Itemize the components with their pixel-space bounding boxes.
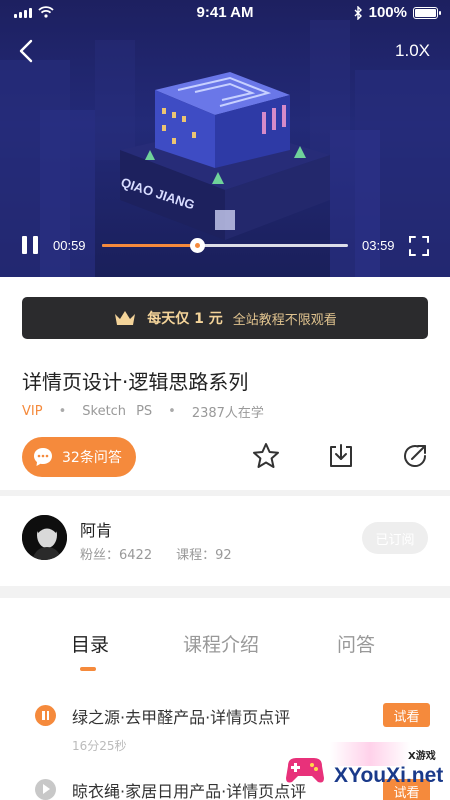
- tool-tag-sketch: Sketch: [82, 404, 127, 419]
- meta-separator: •: [168, 404, 176, 419]
- bluetooth-icon: [354, 5, 362, 20]
- pause-icon[interactable]: [20, 234, 40, 256]
- share-icon[interactable]: [400, 441, 430, 471]
- course-title: 详情页设计·逻辑思路系列: [22, 370, 249, 394]
- video-player[interactable]: QIAO JIANG 9:41 AM 100% 1.0X 00:59 03:59: [0, 0, 450, 277]
- play-icon[interactable]: [35, 779, 56, 800]
- qa-button-label: 32条问答: [62, 450, 122, 466]
- tab-course-intro[interactable]: 课程介绍: [183, 630, 259, 657]
- duration-time: 03:59: [362, 238, 395, 253]
- battery-percent: 100%: [368, 4, 407, 21]
- author-avatar[interactable]: [22, 515, 67, 560]
- course-meta: VIP • Sketch PS • 2387人在学: [22, 402, 264, 421]
- player-controls: 00:59 03:59: [0, 230, 450, 262]
- progress-bar[interactable]: [102, 238, 348, 253]
- battery-icon: [413, 6, 441, 19]
- lesson-duration: 16分25秒: [72, 739, 127, 753]
- author-stats: 粉丝：6422 课程：92: [80, 544, 232, 563]
- lesson-title[interactable]: 绿之源·去甲醛产品·详情页点评: [72, 704, 290, 728]
- lesson-title[interactable]: 晾衣绳·家居日用产品·详情页点评: [72, 778, 306, 800]
- vip-tag: VIP: [22, 404, 43, 419]
- star-icon[interactable]: [251, 441, 281, 471]
- watermark: X游戏 XYouXi.net: [282, 742, 450, 800]
- fullscreen-icon[interactable]: [408, 235, 430, 257]
- chat-icon: [34, 448, 52, 466]
- watermark-text: XYouXi.net: [334, 764, 444, 787]
- back-icon[interactable]: [14, 38, 40, 64]
- pause-icon[interactable]: [35, 705, 56, 726]
- progress-fill: [102, 244, 197, 247]
- trial-badge[interactable]: 试看: [383, 703, 430, 727]
- gamepad-logo-icon: [286, 758, 324, 783]
- crown-icon: [115, 311, 136, 325]
- author-fans: 粉丝：6422: [80, 548, 153, 563]
- avatar-image: [22, 515, 67, 560]
- vip-banner-main: 每天仅 1 元: [147, 311, 223, 327]
- meta-separator: •: [58, 404, 67, 419]
- status-bar: 9:41 AM 100%: [0, 0, 450, 26]
- author-courses: 课程：92: [176, 548, 232, 563]
- subscribe-button[interactable]: 已订阅: [362, 522, 428, 554]
- watermark-sub: X游戏: [408, 751, 436, 762]
- status-right: 100%: [354, 4, 441, 21]
- learner-count: 2387人在学: [191, 406, 264, 421]
- section-divider: [0, 490, 450, 496]
- vip-banner[interactable]: 每天仅 1 元 全站教程不限观看: [22, 297, 428, 339]
- author-name[interactable]: 阿肯: [80, 517, 112, 541]
- tab-qa[interactable]: 问答: [337, 630, 375, 657]
- playback-speed-button[interactable]: 1.0X: [395, 41, 430, 61]
- tab-indicator: [80, 667, 96, 671]
- progress-thumb[interactable]: [189, 238, 205, 253]
- qa-button[interactable]: 32条问答: [22, 437, 136, 477]
- current-time: 00:59: [53, 238, 86, 253]
- section-divider: [0, 586, 450, 598]
- download-icon[interactable]: [326, 441, 356, 471]
- tab-catalog[interactable]: 目录: [71, 630, 109, 657]
- tool-tag-ps: PS: [136, 404, 153, 419]
- vip-banner-sub: 全站教程不限观看: [232, 312, 337, 328]
